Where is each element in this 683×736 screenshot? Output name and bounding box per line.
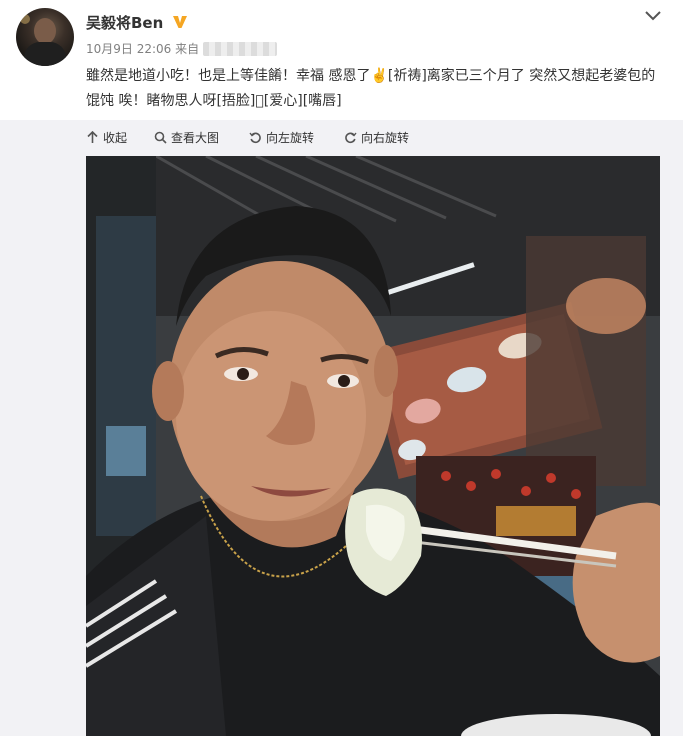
collapse-label: 收起 <box>103 131 128 145</box>
rotate-right-label: 向右旋转 <box>361 131 410 145</box>
post-meta: 10月9日 22:06 来自 <box>86 40 278 57</box>
author-name[interactable]: 吴毅将Ben <box>86 12 163 33</box>
avatar-face <box>34 18 56 44</box>
photo-area <box>0 156 683 736</box>
rotate-left-button[interactable]: 向左旋转 <box>249 129 314 146</box>
photo-illustration <box>86 156 660 736</box>
post-photo[interactable] <box>86 156 660 736</box>
image-toolbar: 收起 查看大图 向左旋转 向右旋转 <box>0 120 683 156</box>
chevron-down-icon[interactable] <box>644 10 662 22</box>
collapse-button[interactable]: 收起 <box>86 129 127 146</box>
post-header: 吴毅将Ben 10月9日 22:06 来自 雖然是地道小吃！也是上等佳餚！幸福 … <box>0 0 683 120</box>
view-large-label: 查看大图 <box>171 131 220 145</box>
post-timestamp-source: 10月9日 22:06 来自 <box>86 42 200 56</box>
rotate-right-button[interactable]: 向右旋转 <box>344 129 409 146</box>
verified-badge-icon <box>173 16 187 28</box>
source-blurred <box>203 42 278 56</box>
rotate-left-label: 向左旋转 <box>266 131 315 145</box>
search-icon <box>154 131 167 144</box>
view-large-button[interactable]: 查看大图 <box>154 129 219 146</box>
post-text: 雖然是地道小吃！也是上等佳餚！幸福 感恩了✌️[祈祷]离家已三个月了 突然又想起… <box>86 68 656 109</box>
arrow-up-icon <box>87 131 98 143</box>
avatar-light <box>20 14 30 24</box>
avatar[interactable] <box>16 8 74 66</box>
rotate-right-icon <box>345 132 357 144</box>
rotate-left-icon <box>249 132 261 144</box>
avatar-body <box>24 42 66 66</box>
